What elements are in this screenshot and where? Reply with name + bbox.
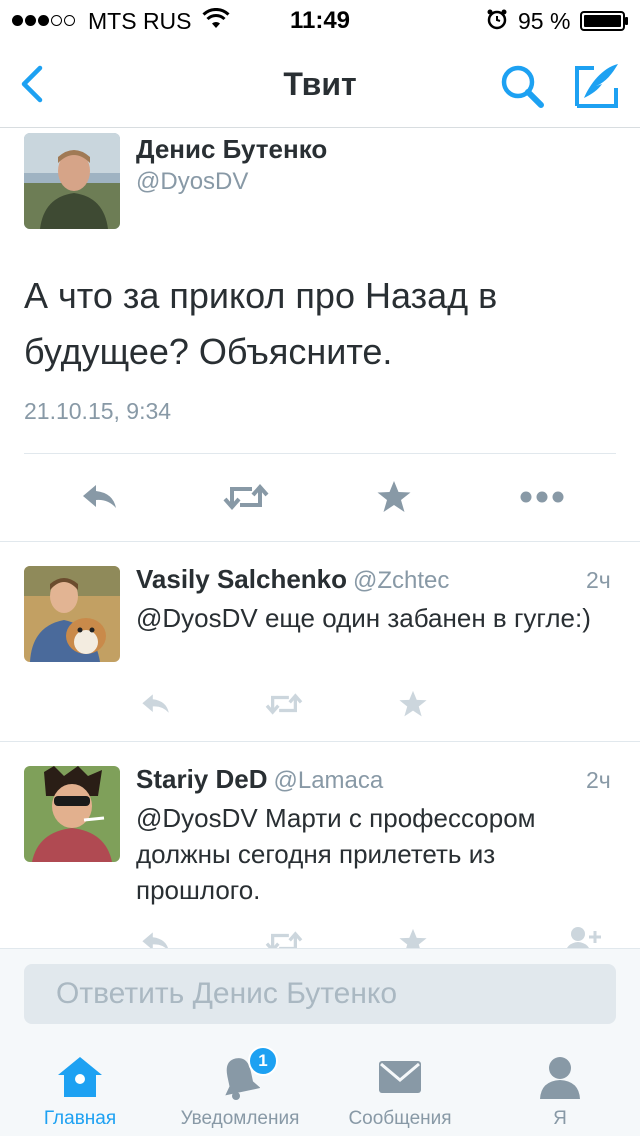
nav-bar: Твит: [0, 40, 640, 128]
chevron-left-icon[interactable]: [14, 62, 54, 106]
reply-author-handle[interactable]: @Lamaca: [274, 767, 384, 794]
wifi-icon: [202, 7, 230, 36]
avatar[interactable]: [24, 133, 120, 229]
reply-author-handle[interactable]: @Zchtec: [353, 567, 449, 594]
bell-icon: 1: [220, 1046, 278, 1102]
author-name[interactable]: Денис Бутенко: [136, 134, 327, 165]
reply-author[interactable]: Stariy DeD @Lamaca: [136, 764, 383, 795]
avatar[interactable]: [24, 766, 120, 862]
more-icon[interactable]: [516, 477, 568, 517]
alarm-icon: [486, 8, 508, 36]
reply-author-name[interactable]: Stariy DeD: [136, 764, 268, 794]
reply-time: 2ч: [586, 767, 611, 793]
retweet-icon[interactable]: [220, 477, 272, 517]
notification-badge: 1: [248, 1046, 278, 1076]
tab-label: Я: [553, 1108, 567, 1129]
tab-label: Уведомления: [180, 1108, 300, 1129]
reply-input[interactable]: Ответить Денис Бутенко: [24, 964, 616, 1024]
tab-me[interactable]: Я: [500, 1040, 620, 1136]
reply-icon[interactable]: [136, 684, 176, 724]
star-icon[interactable]: [372, 477, 416, 517]
battery-percent: 95 %: [518, 8, 571, 34]
author-handle[interactable]: @DyosDV: [136, 168, 248, 196]
compose-icon[interactable]: [572, 60, 622, 110]
reply-time: 2ч: [586, 567, 611, 593]
reply-text: @DyosDV Марти с профессором должны сегод…: [136, 803, 536, 905]
tab-label: Главная: [43, 1108, 117, 1129]
tab-bar: Главная 1 Уведомления Сообщения Я: [0, 1040, 640, 1136]
divider: [0, 741, 640, 742]
tab-notifications[interactable]: 1 Уведомления: [162, 1040, 318, 1136]
tab-messages[interactable]: Сообщения: [336, 1040, 464, 1136]
avatar[interactable]: [24, 566, 120, 662]
reply-author-name[interactable]: Vasily Salchenko: [136, 564, 347, 594]
reply-author[interactable]: Vasily Salchenko @Zchtec: [136, 564, 449, 595]
envelope-icon: [378, 1052, 422, 1102]
search-icon[interactable]: [498, 62, 546, 110]
reply-text: @DyosDV еще один забанен в гугле:): [136, 603, 591, 633]
carrier-name: MTS RUS: [88, 8, 192, 34]
tweet-text: А что за прикол про Назад в будущее? Объ…: [24, 275, 498, 372]
retweet-icon[interactable]: [262, 684, 306, 724]
tweet-timestamp: 21.10.15, 9:34: [24, 398, 172, 424]
signal-strength-icon: [12, 8, 75, 32]
divider: [24, 453, 616, 454]
battery-icon: [580, 10, 630, 37]
divider: [0, 541, 640, 542]
tab-home[interactable]: Главная: [20, 1040, 140, 1136]
home-icon: [56, 1052, 104, 1102]
reply-icon[interactable]: [76, 477, 124, 517]
star-icon[interactable]: [394, 684, 432, 724]
person-icon: [538, 1052, 582, 1102]
status-bar: MTS RUS 11:49 95 %: [0, 0, 640, 40]
tab-label: Сообщения: [348, 1108, 452, 1129]
